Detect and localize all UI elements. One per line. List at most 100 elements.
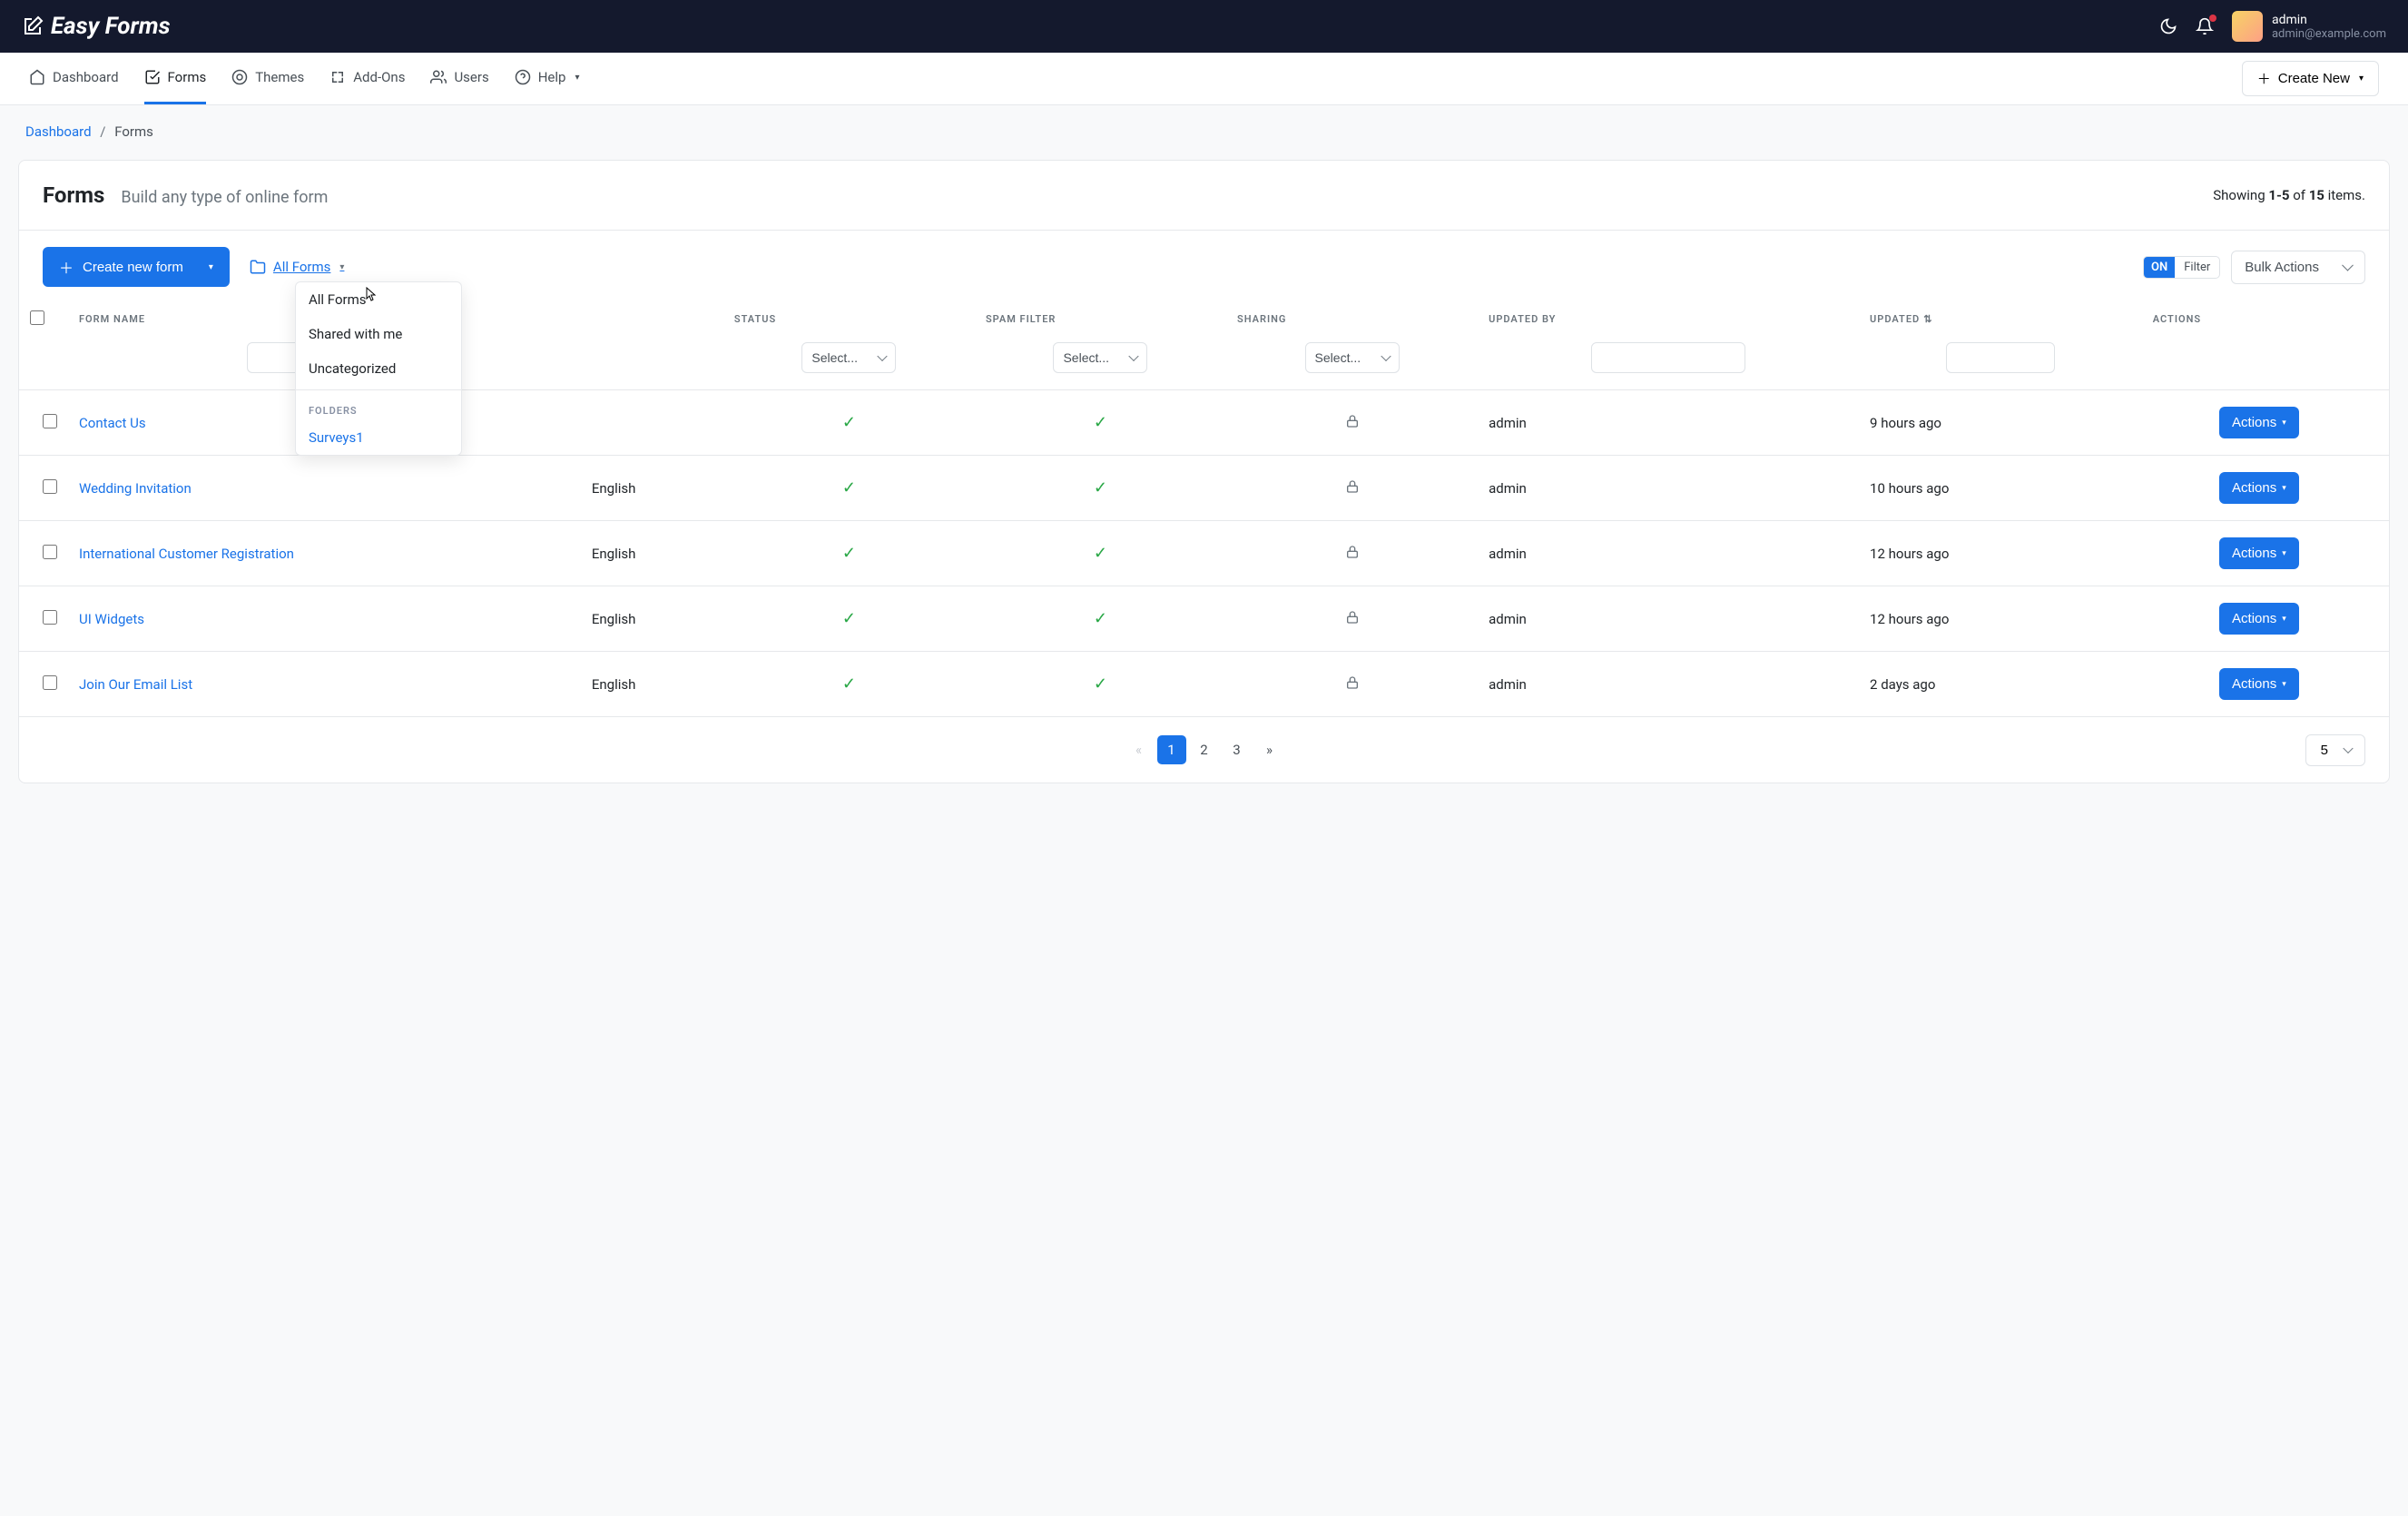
row-checkbox[interactable] (43, 675, 57, 690)
table-row: Wedding Invitation English ✓ ✓ admin 10 … (19, 456, 2389, 521)
page-2[interactable]: 2 (1190, 735, 1219, 764)
palette-icon (231, 69, 248, 85)
dark-mode-toggle[interactable] (2159, 17, 2177, 35)
page-next[interactable]: » (1255, 735, 1284, 764)
moon-icon (2159, 17, 2177, 35)
plus-icon: ＋ (2257, 69, 2271, 88)
breadcrumb-current: Forms (114, 123, 153, 140)
user-email: admin@example.com (2272, 27, 2386, 41)
row-checkbox[interactable] (43, 610, 57, 625)
chevron-down-icon: ▾ (2282, 483, 2286, 493)
dropdown-item-all[interactable]: All Forms (296, 282, 461, 317)
nav-forms[interactable]: Forms (144, 53, 207, 104)
user-menu[interactable]: admin admin@example.com (2232, 11, 2386, 42)
row-language: English (581, 456, 723, 521)
row-language: English (581, 521, 723, 586)
form-name-link[interactable]: Contact Us (79, 415, 146, 431)
dropdown-folder-surveys1[interactable]: Surveys1 (296, 420, 461, 455)
sort-desc-icon: ⇅ (1923, 313, 1932, 325)
row-updated-by: admin (1478, 652, 1859, 717)
page-3[interactable]: 3 (1223, 735, 1252, 764)
row-checkbox[interactable] (43, 414, 57, 428)
check-icon: ✓ (842, 544, 856, 563)
col-status[interactable]: STATUS (723, 292, 975, 337)
check-icon: ✓ (842, 609, 856, 628)
col-updated-by[interactable]: UPDATED BY (1478, 292, 1859, 337)
filter-updated-by-input[interactable] (1591, 342, 1745, 373)
page-subtitle: Build any type of online form (121, 188, 328, 207)
check-icon: ✓ (1094, 674, 1107, 694)
check-icon: ✓ (842, 478, 856, 497)
form-name-link[interactable]: UI Widgets (79, 611, 144, 627)
bulk-actions-button[interactable]: Bulk Actions (2231, 251, 2365, 284)
row-updated: 2 days ago (1859, 652, 2142, 717)
avatar (2232, 11, 2263, 42)
chevron-down-icon: ▾ (575, 73, 579, 83)
table-row: International Customer Registration Engl… (19, 521, 2389, 586)
filter-spam-select[interactable]: Select... (1053, 342, 1147, 373)
check-icon: ✓ (1094, 413, 1107, 432)
nav-dashboard[interactable]: Dashboard (29, 53, 119, 104)
col-language[interactable] (581, 292, 723, 337)
breadcrumb-root[interactable]: Dashboard (25, 123, 92, 140)
create-new-button[interactable]: ＋ Create New ▾ (2242, 61, 2379, 96)
page-title: Forms (43, 182, 104, 208)
dropdown-item-uncategorized[interactable]: Uncategorized (296, 351, 461, 386)
row-actions-button[interactable]: Actions ▾ (2219, 472, 2299, 504)
chevron-down-icon: ▾ (2282, 548, 2286, 558)
lock-icon (1345, 414, 1360, 428)
filter-status-select[interactable]: Select... (801, 342, 896, 373)
filter-updated-input[interactable] (1946, 342, 2055, 373)
row-actions-button[interactable]: Actions ▾ (2219, 537, 2299, 569)
nav-addons[interactable]: Add-Ons (329, 53, 405, 104)
row-updated: 12 hours ago (1859, 521, 2142, 586)
folder-selector[interactable]: All Forms ▾ (250, 259, 345, 275)
dropdown-item-shared[interactable]: Shared with me (296, 317, 461, 351)
pagination: « 1 2 3 » (1125, 735, 1284, 764)
check-icon: ✓ (1094, 609, 1107, 628)
app-header: Easy Forms admin admin@example.com (0, 0, 2408, 53)
nav-help[interactable]: Help ▾ (515, 53, 580, 104)
filter-sharing-select[interactable]: Select... (1305, 342, 1400, 373)
row-actions-button[interactable]: Actions ▾ (2219, 603, 2299, 635)
folder-dropdown: All Forms Shared with me Uncategorized F… (295, 281, 462, 456)
notifications-button[interactable] (2196, 17, 2214, 35)
per-page-select[interactable]: 5 (2305, 734, 2365, 766)
row-checkbox[interactable] (43, 545, 57, 559)
select-all-checkbox[interactable] (30, 310, 44, 325)
nav-users[interactable]: Users (430, 53, 488, 104)
col-updated[interactable]: UPDATED⇅ (1859, 292, 2142, 337)
check-square-icon (144, 69, 161, 85)
table-row: Join Our Email List English ✓ ✓ admin 2 … (19, 652, 2389, 717)
dropdown-folders-header: FOLDERS (296, 394, 461, 420)
puzzle-icon (329, 69, 346, 85)
create-form-button[interactable]: ＋ Create new form ▾ (43, 247, 230, 287)
filter-toggle[interactable]: ON Filter (2143, 256, 2220, 279)
main-nav: Dashboard Forms Themes Add-Ons Users Hel… (0, 53, 2408, 105)
lock-icon (1345, 675, 1360, 690)
row-actions-button[interactable]: Actions ▾ (2219, 407, 2299, 438)
row-updated-by: admin (1478, 586, 1859, 652)
nav-themes[interactable]: Themes (231, 53, 304, 104)
home-icon (29, 69, 45, 85)
notification-dot (2209, 15, 2216, 22)
col-spam[interactable]: SPAM FILTER (975, 292, 1226, 337)
app-logo[interactable]: Easy Forms (22, 13, 171, 40)
row-actions-button[interactable]: Actions ▾ (2219, 668, 2299, 700)
row-language (581, 390, 723, 456)
brand-text: Easy Forms (51, 13, 171, 40)
col-sharing[interactable]: SHARING (1226, 292, 1478, 337)
lock-icon (1345, 545, 1360, 559)
form-name-link[interactable]: International Customer Registration (79, 546, 294, 562)
chevron-down-icon: ▾ (2282, 679, 2286, 689)
form-name-link[interactable]: Join Our Email List (79, 676, 192, 693)
page-prev: « (1125, 735, 1154, 764)
row-checkbox[interactable] (43, 479, 57, 494)
help-icon (515, 69, 531, 85)
row-updated-by: admin (1478, 521, 1859, 586)
page-1[interactable]: 1 (1157, 735, 1186, 764)
check-icon: ✓ (842, 674, 856, 694)
row-updated: 9 hours ago (1859, 390, 2142, 456)
row-language: English (581, 586, 723, 652)
form-name-link[interactable]: Wedding Invitation (79, 480, 192, 497)
